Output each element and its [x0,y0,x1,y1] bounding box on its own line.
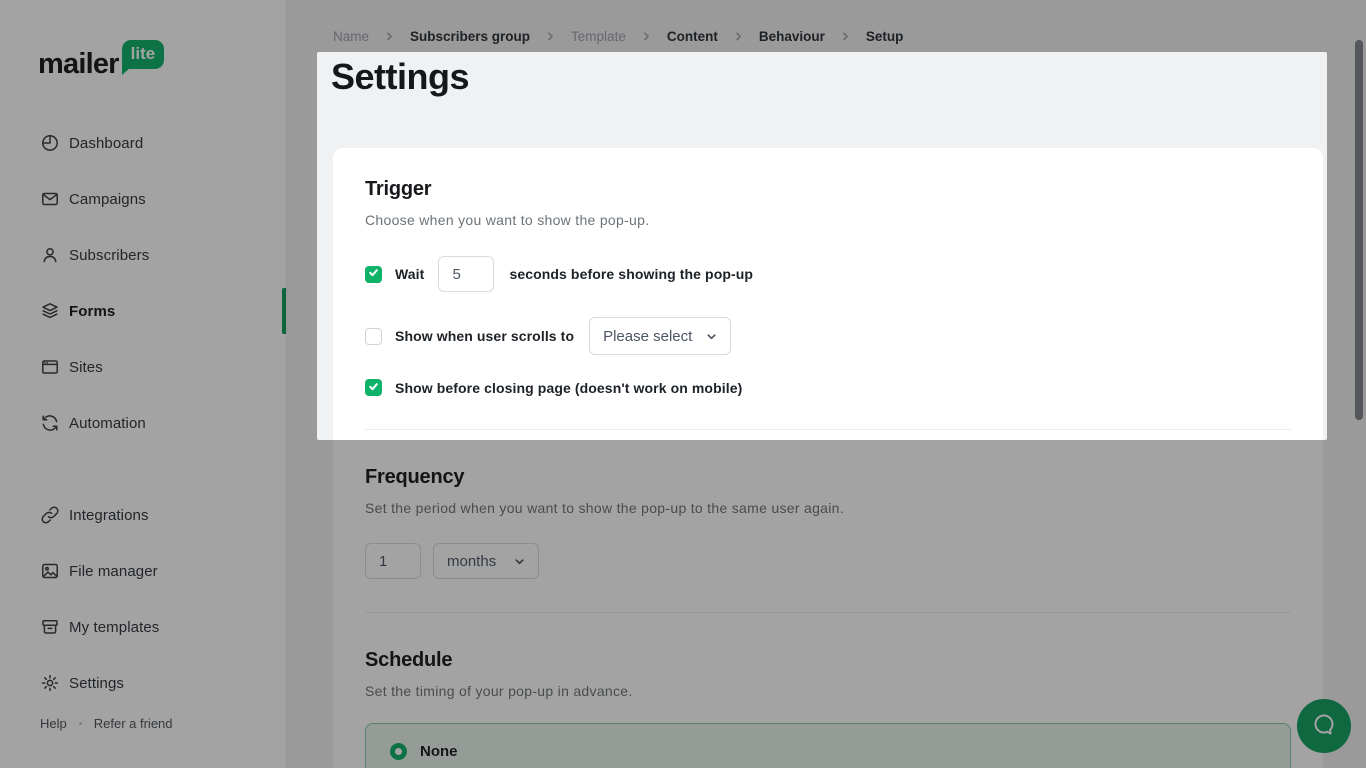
chevron-down-icon [706,331,717,342]
sidebar-item-automation[interactable]: Automation [0,395,286,451]
forms-icon [40,301,60,321]
breadcrumb-step-subscribers-group[interactable]: Subscribers group [410,29,530,44]
sidebar-nav: Dashboard Campaigns Subscribers Forms Sites A… [0,115,286,711]
chevron-right-icon [641,31,652,42]
breadcrumb-step-template[interactable]: Template [571,29,626,44]
schedule-heading: Schedule [365,649,453,671]
sidebar-item-label: Dashboard [69,134,144,152]
wait-trigger-row: Wait seconds before showing the pop-up [365,256,1291,292]
wait-label[interactable]: Wait [395,266,424,282]
mailerlite-logo[interactable]: mailer lite [38,40,165,80]
sites-icon [40,357,60,377]
sidebar-item-integrations[interactable]: Integrations [0,487,286,543]
wait-seconds-input[interactable] [438,256,495,292]
main-content: Name Subscribers group Template Content Beha… [287,0,1366,768]
help-link[interactable]: Help [40,716,67,731]
logo-lite-badge: lite [121,40,165,75]
sidebar-item-label: Settings [69,674,124,692]
scroll-trigger-row: Show when user scrolls to Please select [365,317,1291,355]
sidebar-item-subscribers[interactable]: Subscribers [0,227,286,283]
wait-suffix-label: seconds before showing the pop-up [509,266,754,282]
schedule-description: Set the timing of your pop-up in advance… [365,683,633,699]
sidebar-footer: Help Refer a friend [40,716,173,731]
dot-separator [78,722,82,725]
sidebar-item-forms[interactable]: Forms [0,283,286,339]
chevron-down-icon [514,556,525,567]
sidebar-item-label: File manager [69,562,158,580]
scroll-select-value: Please select [603,327,693,345]
check-icon [368,265,379,283]
frequency-unit-select[interactable]: months [433,543,539,579]
chevron-right-icon [840,31,851,42]
section-divider [365,612,1291,613]
scrollbar-thumb[interactable] [1355,40,1363,420]
exit-trigger-row: Show before closing page (doesn't work o… [365,379,1291,396]
chevron-right-icon [545,31,556,42]
sidebar-item-my-templates[interactable]: My templates [0,599,286,655]
sidebar-item-label: Forms [69,302,116,320]
sidebar-item-sites[interactable]: Sites [0,339,286,395]
page-title: Settings [331,56,470,97]
check-icon [368,379,379,397]
exit-label[interactable]: Show before closing page (doesn't work o… [395,380,742,396]
trigger-heading: Trigger [365,178,432,200]
sidebar-item-label: Subscribers [69,246,150,264]
integrations-icon [40,505,60,525]
trigger-description: Choose when you want to show the pop-up. [365,212,650,228]
breadcrumb-step-behaviour[interactable]: Behaviour [759,29,825,44]
frequency-value-input[interactable] [365,543,421,579]
schedule-option-label: None [420,743,458,760]
scroll-label[interactable]: Show when user scrolls to [395,328,574,344]
frequency-section: Frequency Set the period when you want t… [365,466,1291,579]
sidebar-item-label: Integrations [69,506,149,524]
sidebar-item-label: Sites [69,358,103,376]
radio-selected-icon [390,743,407,760]
frequency-controls: months [365,543,1291,579]
trigger-section: Trigger Choose when you want to show the… [365,178,1291,396]
scroll-checkbox[interactable] [365,327,382,345]
breadcrumb-step-content[interactable]: Content [667,29,718,44]
sidebar-item-label: Automation [69,414,146,432]
chevron-right-icon [733,31,744,42]
settings-card: Trigger Choose when you want to show the… [333,148,1323,768]
refer-a-friend-link[interactable]: Refer a friend [94,716,173,731]
scroll-target-select[interactable]: Please select [589,317,732,355]
settings-icon [40,673,60,693]
chevron-right-icon [384,31,395,42]
frequency-heading: Frequency [365,466,465,488]
breadcrumb-step-name[interactable]: Name [333,29,369,44]
schedule-section: Schedule Set the timing of your pop-up i… [365,649,1291,768]
campaigns-icon [40,189,60,209]
sidebar-item-campaigns[interactable]: Campaigns [0,171,286,227]
automation-icon [40,413,60,433]
file-manager-icon [40,561,60,581]
sidebar-item-label: Campaigns [69,190,146,208]
schedule-option-none[interactable]: None [365,723,1291,768]
logo-wordmark: mailer [38,48,119,80]
chat-button[interactable] [1297,699,1351,753]
sidebar-item-settings[interactable]: Settings [0,655,286,711]
chat-bubble-icon [1310,710,1338,743]
exit-checkbox[interactable] [365,379,382,396]
breadcrumb: Name Subscribers group Template Content Beha… [333,29,903,44]
frequency-description: Set the period when you want to show the… [365,500,844,516]
frequency-unit-value: months [447,552,497,570]
sidebar-item-dashboard[interactable]: Dashboard [0,115,286,171]
sidebar: mailer lite Dashboard Campaigns Subscriber… [0,0,287,768]
sidebar-item-file-manager[interactable]: File manager [0,543,286,599]
sidebar-item-label: My templates [69,618,160,636]
section-divider [365,429,1291,430]
dashboard-icon [40,133,60,153]
my-templates-icon [40,617,60,637]
breadcrumb-step-setup[interactable]: Setup [866,29,904,44]
wait-checkbox[interactable] [365,265,382,283]
subscribers-icon [40,245,60,265]
